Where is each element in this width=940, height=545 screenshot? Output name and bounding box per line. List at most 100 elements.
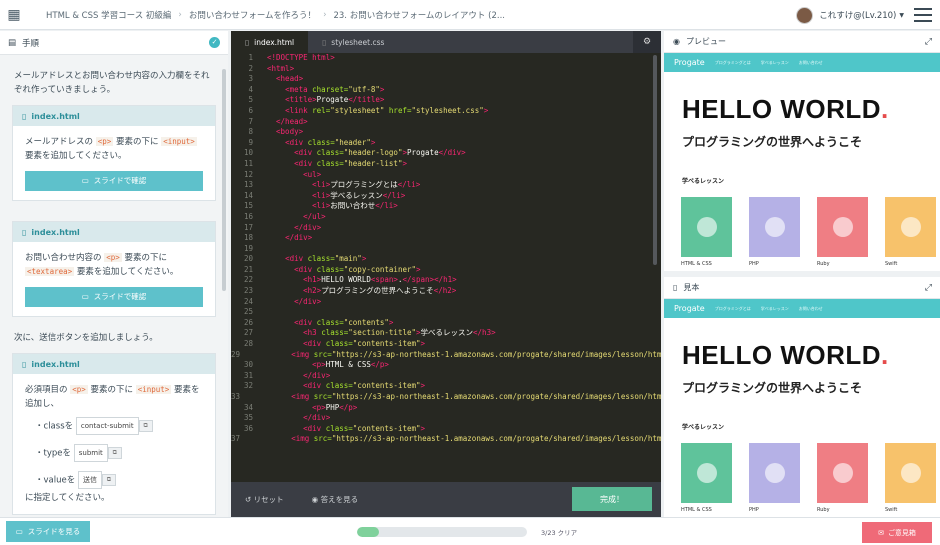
code-line: 18 </div> bbox=[231, 233, 661, 244]
code-token: </div> bbox=[303, 370, 331, 380]
code-line: 24 </div> bbox=[231, 297, 661, 308]
hamburger-icon[interactable] bbox=[914, 6, 932, 24]
sample-lessons-title: 学べるレッスン bbox=[682, 424, 725, 431]
code-token: "https://s3-ap-northeast-1.amazonaws.com… bbox=[331, 392, 661, 401]
gear-icon[interactable]: ⚙ bbox=[633, 31, 661, 53]
code-area[interactable]: 1 <!DOCTYPE html> 2 <html> 3 <head> 4 <meta c… bbox=[231, 53, 661, 481]
preview-panel: ◉ プレビュー ⤢ Progate プログラミングとは 学べるレッスン お問い合… bbox=[664, 31, 940, 517]
fold-icon bbox=[255, 381, 263, 392]
user-menu[interactable]: これすけ@(Lv.210) ▼ bbox=[796, 0, 904, 30]
code-line: 9 <div class="header"> bbox=[231, 138, 661, 149]
view-slide-button[interactable]: ▭ スライドを見る bbox=[6, 521, 90, 542]
code-token: src= bbox=[313, 349, 332, 359]
code-token: "https://s3-ap-northeast-1.amazonaws.com… bbox=[331, 349, 661, 359]
code-line: 21 <div class="copy-container"> bbox=[231, 265, 661, 276]
ruby-lesson-image bbox=[817, 197, 868, 257]
line-number: 22 bbox=[243, 275, 253, 285]
code-text: </div> bbox=[263, 413, 330, 424]
code-token: Progate bbox=[406, 148, 439, 158]
code-token: "contents-item" bbox=[352, 423, 421, 433]
line-number: 5 bbox=[248, 95, 253, 105]
code-token: </div> bbox=[438, 148, 466, 158]
expand-icon[interactable]: ⤢ bbox=[925, 37, 932, 47]
slide-confirm-button[interactable]: ▭ スライドで確認 bbox=[25, 171, 203, 191]
preview-frame[interactable]: Progate プログラミングとは 学べるレッスン お問い合わせ HELLO W… bbox=[664, 53, 940, 271]
code-token: <div bbox=[294, 264, 317, 274]
chevron-right-icon: › bbox=[178, 9, 182, 20]
ruby-lesson-image bbox=[817, 443, 868, 503]
code-text: <li>お問い合わせ</li> bbox=[263, 201, 398, 212]
editor-scrollbar[interactable] bbox=[653, 55, 657, 265]
code-text: <img src="https://s3-ap-northeast-1.amaz… bbox=[242, 392, 661, 403]
code-snippet: <input> bbox=[161, 137, 197, 146]
slide-icon: ▭ bbox=[81, 176, 89, 185]
progate-logo-icon[interactable]: ▦ bbox=[0, 0, 28, 30]
tab-index-html[interactable]: ▯ index.html bbox=[231, 31, 309, 53]
reset-button[interactable]: ↺ リセット bbox=[245, 494, 284, 505]
code-token: お問い合わせ bbox=[330, 201, 376, 211]
preview-hello: HELLO WORLD. bbox=[682, 94, 889, 124]
fold-icon bbox=[255, 212, 263, 223]
code-token: <head> bbox=[276, 74, 304, 84]
code-token: <li> bbox=[312, 180, 331, 190]
code-line: 29 <img src="https://s3-ap-northeast-1.a… bbox=[231, 350, 661, 361]
code-token: "section-title" bbox=[348, 328, 417, 338]
breadcrumb-chapter[interactable]: お問い合わせフォームを作ろう！ bbox=[189, 9, 316, 21]
code-text: <div class="header-logo">Progate</div> bbox=[263, 148, 466, 159]
code-line: 13 <li>プログラミングとは</li> bbox=[231, 180, 661, 191]
copy-icon[interactable]: ⧉ bbox=[138, 420, 153, 432]
code-token: src= bbox=[313, 434, 332, 444]
swift-lesson-image bbox=[885, 197, 936, 257]
copy-icon[interactable]: ⧉ bbox=[107, 447, 122, 459]
php-lesson-image bbox=[749, 197, 800, 257]
code-token: </ul> bbox=[303, 211, 326, 221]
tab-stylesheet-css[interactable]: ▯ stylesheet.css bbox=[308, 31, 398, 53]
code-line: 12 <ul> bbox=[231, 170, 661, 181]
expand-icon[interactable]: ⤢ bbox=[925, 283, 932, 293]
breadcrumb-lesson[interactable]: 23. お問い合わせフォームのレイアウト (2... bbox=[333, 9, 505, 21]
code-text: <div class="copy-container"> bbox=[263, 264, 420, 276]
fold-icon bbox=[255, 64, 263, 75]
code-token: </div> bbox=[285, 233, 313, 243]
copy-icon[interactable]: ⧉ bbox=[101, 474, 116, 486]
fold-icon bbox=[255, 275, 263, 286]
line-number: 2 bbox=[248, 63, 253, 73]
line-number: 29 bbox=[231, 349, 241, 359]
code-token: "stylesheet" bbox=[330, 105, 389, 115]
line-number: 36 bbox=[243, 423, 253, 433]
complete-button[interactable]: 完成！ bbox=[572, 487, 652, 511]
code-token: <h1> bbox=[303, 275, 322, 285]
feedback-button[interactable]: ✉ ご意見箱 bbox=[862, 522, 932, 543]
preview-nav: Progate プログラミングとは 学べるレッスン お問い合わせ bbox=[664, 53, 940, 72]
code-token: "stylesheet.css" bbox=[411, 105, 484, 115]
progress-text: 3/23 クリア bbox=[541, 529, 578, 537]
slide-confirm-button[interactable]: ▭ スライドで確認 bbox=[25, 287, 203, 307]
line-number: 31 bbox=[243, 370, 253, 380]
code-line: 37 <img src="https://s3-ap-northeast-1.a… bbox=[231, 434, 661, 445]
code-token: <div bbox=[294, 148, 317, 158]
document-icon: ▤ bbox=[8, 37, 17, 48]
line-number: 20 bbox=[243, 254, 253, 264]
file-icon: ▯ bbox=[322, 37, 327, 47]
line-number: 10 bbox=[243, 148, 253, 158]
breadcrumb-course[interactable]: HTML & CSS 学習コース 初級編 bbox=[46, 9, 171, 21]
code-text: </ul> bbox=[263, 212, 326, 223]
line-number: 21 bbox=[243, 264, 253, 274]
code-token: "copy-container" bbox=[343, 264, 417, 274]
sample-frame[interactable]: Progate プログラミングとは 学べるレッスン お問い合わせ HELLO W… bbox=[664, 299, 940, 517]
line-number: 11 bbox=[243, 158, 253, 168]
show-answer-button[interactable]: ◉ 答えを見る bbox=[312, 494, 358, 505]
code-token: "contents" bbox=[343, 317, 389, 327]
code-token: <h3 bbox=[303, 328, 322, 338]
code-line: 1 <!DOCTYPE html> bbox=[231, 53, 661, 64]
instructions-scrollbar[interactable] bbox=[222, 69, 226, 291]
